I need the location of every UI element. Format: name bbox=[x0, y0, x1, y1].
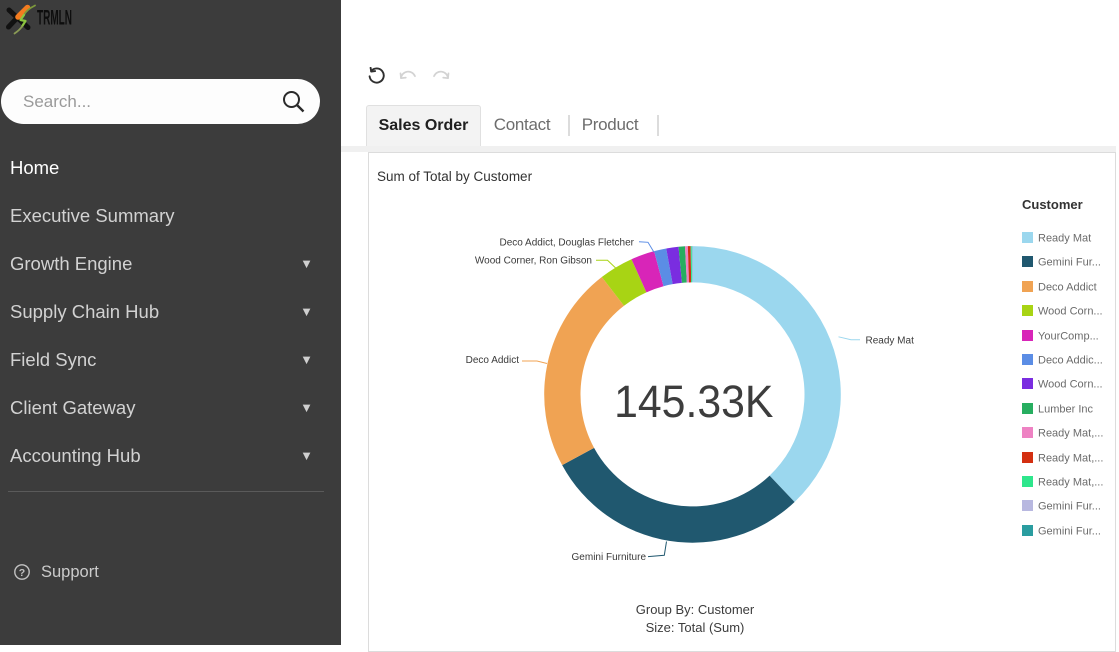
svg-text:?: ? bbox=[19, 567, 25, 579]
svg-text:Wood Corner, Ron Gibson: Wood Corner, Ron Gibson bbox=[475, 255, 592, 266]
svg-text:Deco Addict, Douglas Fletcher: Deco Addict, Douglas Fletcher bbox=[499, 237, 634, 248]
svg-text:TRMLN: TRMLN bbox=[37, 5, 72, 29]
svg-text:Gemini Furniture: Gemini Furniture bbox=[572, 552, 647, 563]
svg-text:Deco Addict: Deco Addict bbox=[466, 355, 520, 366]
svg-text:Ready Mat: Ready Mat bbox=[866, 336, 915, 347]
